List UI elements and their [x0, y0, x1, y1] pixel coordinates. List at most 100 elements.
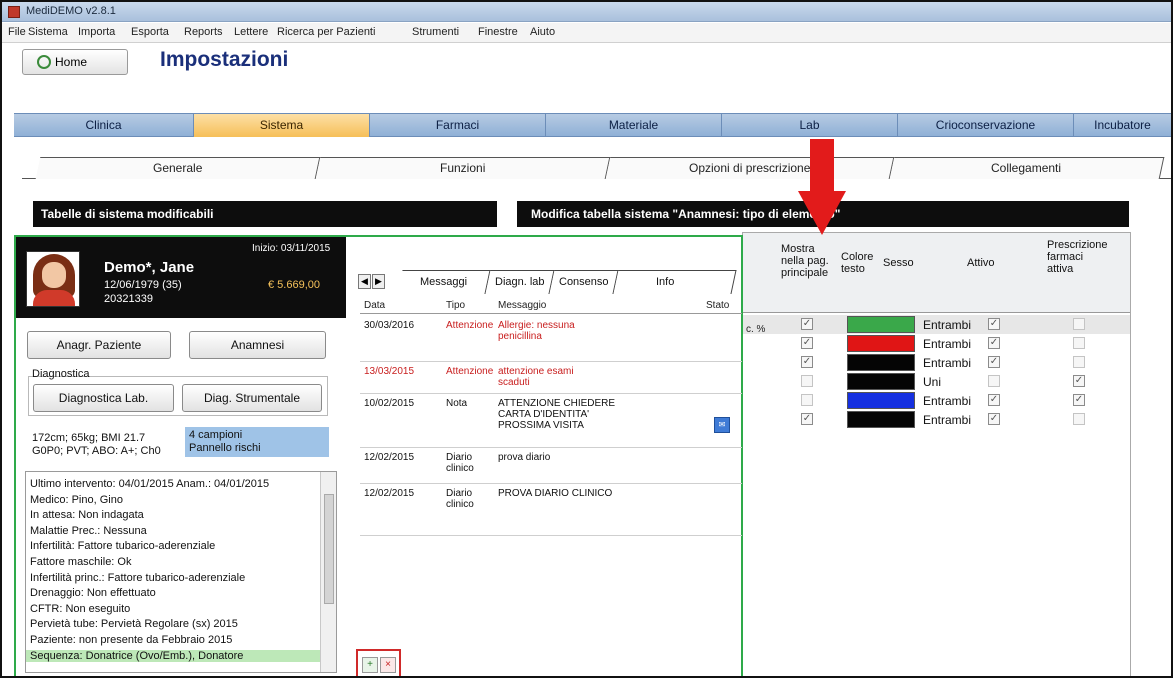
tab-info-label: Info [656, 276, 675, 288]
delete-message-icon[interactable]: × [380, 657, 396, 673]
color-swatch[interactable] [847, 392, 915, 409]
active-checkbox[interactable]: ✓ [988, 394, 1000, 406]
prescribe-checkbox[interactable] [1073, 413, 1085, 425]
system-tables-header: Tabelle di sistema modificabili [33, 201, 497, 227]
sex-cell[interactable]: Entrambi [923, 413, 971, 427]
grid-row[interactable]: Uni ✓ [743, 372, 1130, 391]
subtab-collegamenti[interactable]: Collegamenti [889, 157, 1165, 179]
sex-cell[interactable]: Entrambi [923, 356, 971, 370]
menu-ricerca[interactable]: Ricerca per Pazienti [277, 26, 375, 38]
show-checkbox[interactable]: ✓ [801, 337, 813, 349]
subtab-funzioni[interactable]: Funzioni [315, 157, 611, 179]
color-swatch[interactable] [847, 335, 915, 352]
home-button[interactable]: Home [22, 49, 128, 75]
prescribe-checkbox[interactable]: ✓ [1073, 394, 1085, 406]
show-checkbox[interactable] [801, 375, 813, 387]
message-row[interactable]: 12/02/2015 Diario clinico PROVA DIARIO CLI… [360, 484, 742, 536]
prescribe-checkbox[interactable]: ✓ [1073, 375, 1085, 387]
nav-prev-button[interactable]: ◀ [358, 274, 371, 289]
subtab-opzioni-label: Opzioni di prescrizione [688, 161, 811, 175]
menu-lettere[interactable]: Lettere [234, 26, 268, 38]
anamnesi-button[interactable]: Anamnesi [189, 331, 326, 359]
active-checkbox[interactable]: ✓ [988, 413, 1000, 425]
menu-aiuto[interactable]: Aiuto [530, 26, 555, 38]
color-swatch[interactable] [847, 354, 915, 371]
system-table-grid: Mostra nella pag. principale Colore test… [742, 232, 1131, 676]
sex-cell[interactable]: Entrambi [923, 337, 971, 351]
color-swatch[interactable] [847, 373, 915, 390]
samples-sub: Pannello rischi [189, 442, 261, 454]
menu-sistema[interactable]: Sistema [28, 26, 68, 38]
avatar-shirt [33, 290, 75, 306]
app-icon [8, 6, 20, 18]
tab-lab[interactable]: Lab [722, 114, 898, 137]
patient-name: Demo*, Jane [104, 259, 195, 276]
active-checkbox[interactable]: ✓ [988, 337, 1000, 349]
tab-consenso[interactable]: Consenso [549, 270, 619, 294]
message-type: Attenzione [446, 320, 494, 331]
tab-diagn-lab[interactable]: Diagn. lab [485, 270, 555, 294]
patient-vitals: 172cm; 65kg; BMI 21.7 G0P0; PVT; ABO: A+… [32, 432, 161, 458]
show-checkbox[interactable]: ✓ [801, 318, 813, 330]
tab-clinica[interactable]: Clinica [14, 114, 194, 137]
message-row[interactable]: 12/02/2015 Diario clinico prova diario [360, 448, 742, 484]
show-checkbox[interactable]: ✓ [801, 413, 813, 425]
note-line: Infertilità princ.: Fattore tubarico-ade… [30, 571, 246, 584]
samples-badge[interactable]: 4 campioni Pannello rischi [185, 427, 329, 457]
subtab-opzioni[interactable]: Opzioni di prescrizione [605, 157, 895, 179]
sex-cell[interactable]: Entrambi [923, 318, 971, 332]
tab-materiale[interactable]: Materiale [546, 114, 722, 137]
menu-esporta[interactable]: Esporta [131, 26, 169, 38]
message-row[interactable]: 30/03/2016 Attenzione Allergie: nessuna pe… [360, 316, 742, 362]
tab-sistema[interactable]: Sistema [194, 114, 370, 137]
window-title: MediDEMO v2.8.1 [26, 5, 116, 17]
tab-crioconservazione[interactable]: Crioconservazione [898, 114, 1074, 137]
home-button-label: Home [55, 55, 88, 69]
message-status-icon[interactable]: ✉ [714, 417, 730, 433]
msg-col-date: Data [364, 300, 386, 311]
grid-row[interactable]: ✓ Entrambi ✓ [743, 353, 1130, 372]
sex-cell[interactable]: Uni [923, 375, 941, 389]
diag-lab-button[interactable]: Diagnostica Lab. [33, 384, 174, 412]
grid-row[interactable]: ✓ Entrambi ✓ [743, 334, 1130, 353]
menu-reports[interactable]: Reports [184, 26, 223, 38]
notes-scrollbar[interactable] [320, 472, 336, 672]
menu-file[interactable]: File [8, 26, 26, 38]
prescribe-checkbox[interactable] [1073, 337, 1085, 349]
grid-row[interactable]: Entrambi ✓ ✓ [743, 391, 1130, 410]
prescribe-checkbox[interactable] [1073, 356, 1085, 368]
msg-col-type: Tipo [446, 300, 466, 311]
tab-messaggi[interactable]: Messaggi [397, 270, 491, 294]
sex-cell[interactable]: Entrambi [923, 394, 971, 408]
color-swatch[interactable] [847, 316, 915, 333]
grid-header: Mostra nella pag. principale Colore test… [743, 233, 1130, 313]
message-row[interactable]: 13/03/2015 Attenzione attenzione esami sca… [360, 362, 742, 394]
tab-incubatore[interactable]: Incubatore [1074, 114, 1171, 137]
message-type: Diario clinico [446, 452, 474, 474]
prescribe-checkbox[interactable] [1073, 318, 1085, 330]
notes-scroll-thumb[interactable] [324, 494, 334, 604]
tab-info[interactable]: Info [613, 270, 737, 294]
show-checkbox[interactable] [801, 394, 813, 406]
menu-importa[interactable]: Importa [78, 26, 115, 38]
note-line: Ultimo intervento: 04/01/2015 Anam.: 04/… [30, 478, 270, 490]
menu-strumenti[interactable]: Strumenti [412, 26, 459, 38]
add-message-icon[interactable]: + [362, 657, 378, 673]
active-checkbox[interactable]: ✓ [988, 356, 1000, 368]
active-checkbox[interactable] [988, 375, 1000, 387]
active-checkbox[interactable]: ✓ [988, 318, 1000, 330]
subtab-generale-label: Generale [152, 161, 203, 175]
anagrafica-button[interactable]: Anagr. Paziente [27, 331, 171, 359]
menu-finestre[interactable]: Finestre [478, 26, 518, 38]
nav-next-button[interactable]: ▶ [372, 274, 385, 289]
message-row[interactable]: 10/02/2015 Nota ATTENZIONE CHIEDERE CARTA … [360, 394, 742, 448]
subtab-generale[interactable]: Generale [35, 157, 321, 179]
grid-row[interactable]: ✓ Entrambi ✓ [743, 315, 1130, 334]
message-date: 12/02/2015 [364, 452, 415, 463]
diag-strumentale-button[interactable]: Diag. Strumentale [182, 384, 322, 412]
tab-farmaci[interactable]: Farmaci [370, 114, 546, 137]
color-swatch[interactable] [847, 411, 915, 428]
message-msg: PROVA DIARIO CLINICO [498, 488, 613, 499]
show-checkbox[interactable]: ✓ [801, 356, 813, 368]
grid-row[interactable]: ✓ Entrambi ✓ [743, 410, 1130, 429]
